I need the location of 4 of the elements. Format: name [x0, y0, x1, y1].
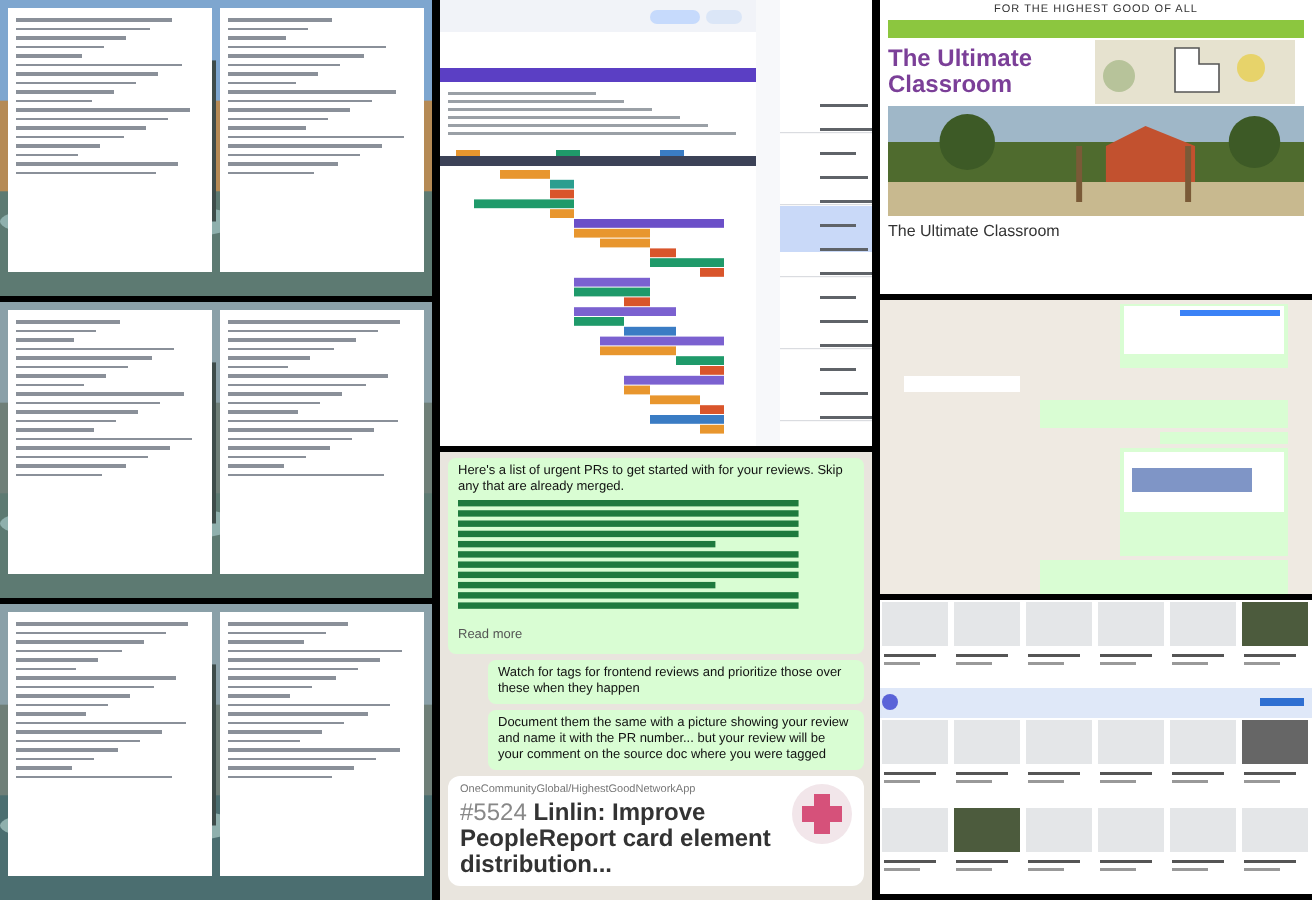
- avatar-icon: [792, 784, 852, 844]
- hero-title: The Ultimate Classroom: [888, 46, 1035, 98]
- page-heading: The Ultimate Classroom: [888, 220, 1062, 240]
- pr-title: #5524 Linlin: Improve PeopleReport card element distribution...: [460, 800, 773, 878]
